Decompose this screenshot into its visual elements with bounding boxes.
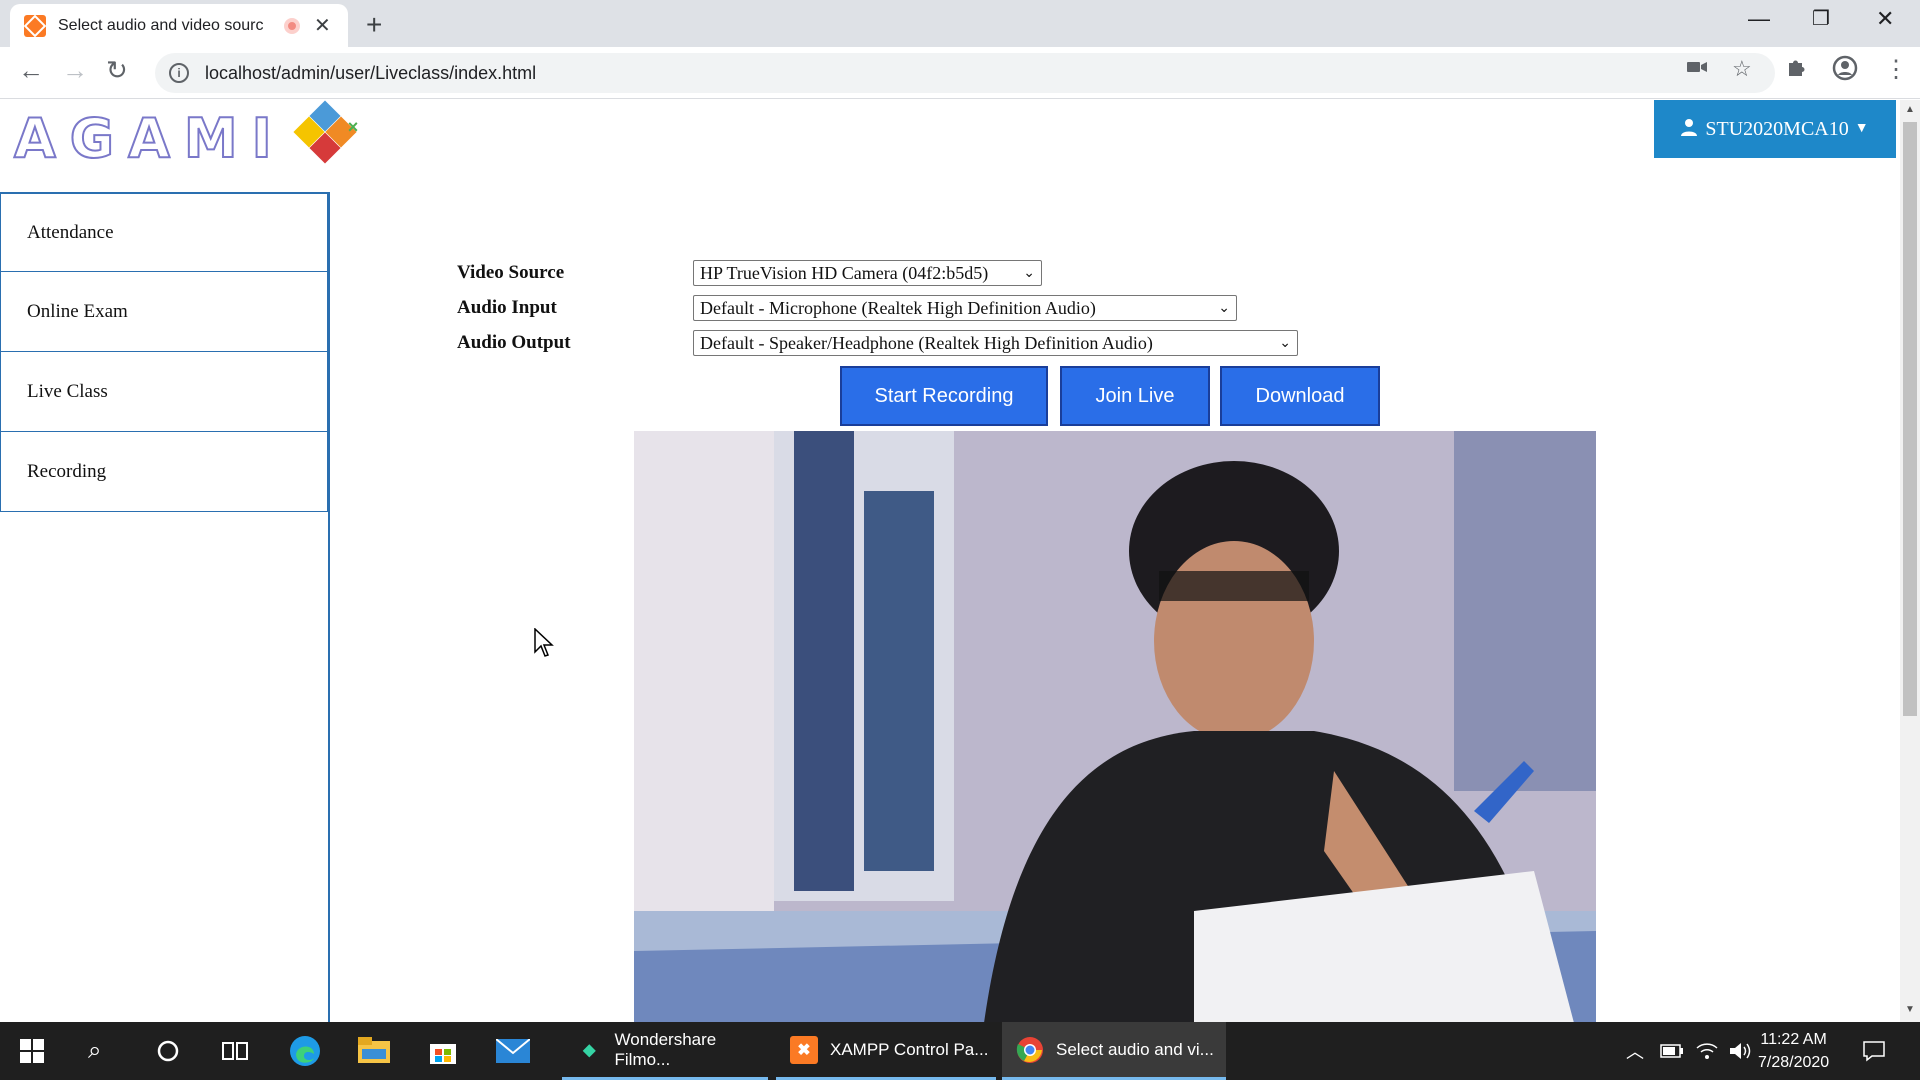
audio-output-label: Audio Output [457, 332, 571, 353]
forward-button[interactable]: → [62, 55, 88, 86]
file-explorer-icon[interactable] [358, 1022, 390, 1080]
start-recording-button[interactable]: Start Recording [840, 366, 1048, 426]
cortana-circle-icon[interactable] [156, 1022, 180, 1080]
minimize-window-button[interactable]: — [1748, 6, 1770, 32]
battery-icon[interactable] [1660, 1022, 1684, 1080]
video-source-value: HP TrueVision HD Camera (04f2:b5d5) [700, 262, 989, 283]
windows-taskbar: ⌕ ◆ Wondershare Filmo... ✖ XAMPP Control… [0, 1022, 1920, 1080]
sidebar-item-attendance[interactable]: Attendance [0, 192, 328, 272]
video-source-select[interactable]: HP TrueVision HD Camera (04f2:b5d5) ⌄ [693, 260, 1042, 286]
video-source-row: Video Source HP TrueVision HD Camera (04… [457, 260, 1042, 286]
audio-output-row: Audio Output Default - Speaker/Headphone… [457, 330, 1298, 356]
audio-input-row: Audio Input Default - Microphone (Realte… [457, 295, 1237, 321]
task-view-icon[interactable] [222, 1022, 248, 1080]
user-id: STU2020MCA10 [1705, 117, 1849, 140]
tab-title: Select audio and video sourc [58, 16, 264, 34]
chevron-down-icon: ⌄ [1279, 335, 1291, 351]
user-menu-button[interactable]: STU2020MCA10 ▼ [1654, 100, 1896, 158]
page-scrollbar[interactable]: ▲ ▼ [1900, 100, 1920, 1022]
web-page: AGAMI × STU2020MCA10 ▼ Attendance Online… [0, 100, 1900, 1022]
browser-tabstrip: Select audio and video sourc ✕ + — ❐ ✕ [0, 0, 1920, 47]
user-icon [1681, 118, 1698, 141]
mail-icon[interactable] [496, 1022, 530, 1080]
camera-in-use-icon[interactable] [1686, 56, 1708, 84]
show-hidden-icons-chevron-icon[interactable]: ︿ [1626, 1022, 1644, 1080]
sidebar-item-recording[interactable]: Recording [0, 432, 328, 512]
chevron-down-icon: ⌄ [1218, 300, 1230, 316]
restore-window-button[interactable]: ❐ [1812, 6, 1830, 31]
start-windows-icon[interactable] [20, 1022, 44, 1080]
video-source-label: Video Source [457, 262, 565, 283]
browser-toolbar: ← → ↻ i localhost/admin/user/Liveclass/i… [0, 47, 1920, 99]
camera-preview-video [634, 431, 1596, 1022]
action-center-notification-icon[interactable] [1862, 1022, 1886, 1080]
back-button[interactable]: ← [18, 55, 44, 86]
taskbar-app-chrome[interactable]: Select audio and vi... [1002, 1022, 1226, 1080]
scroll-up-icon[interactable]: ▲ [1905, 104, 1915, 115]
chevron-down-icon: ▼ [1854, 121, 1869, 136]
join-live-button[interactable]: Join Live [1060, 366, 1210, 426]
scrollbar-thumb[interactable] [1903, 122, 1917, 716]
logo-diamonds-icon: × [290, 100, 360, 173]
clock-date: 7/28/2020 [1758, 1054, 1830, 1071]
bookmark-star-icon[interactable]: ☆ [1732, 56, 1752, 82]
browser-tab[interactable]: Select audio and video sourc ✕ [10, 4, 348, 47]
chrome-icon [1016, 1036, 1044, 1064]
chevron-down-icon: ⌄ [1023, 265, 1035, 281]
reload-button[interactable]: ↻ [106, 55, 128, 86]
profile-avatar-icon[interactable] [1832, 55, 1858, 87]
logo-text: AGAMI [13, 106, 286, 171]
microsoft-store-icon[interactable] [428, 1022, 458, 1080]
search-icon[interactable]: ⌕ [88, 1022, 101, 1080]
sidebar-item-live-class[interactable]: Live Class [0, 352, 328, 432]
new-tab-button[interactable]: + [366, 9, 382, 41]
wifi-icon[interactable] [1696, 1022, 1718, 1080]
site-info-icon[interactable]: i [169, 63, 189, 83]
mouse-cursor-icon [534, 628, 554, 657]
audio-output-value: Default - Speaker/Headphone (Realtek Hig… [700, 332, 1153, 353]
edge-browser-icon[interactable] [288, 1022, 322, 1080]
clock-time: 11:22 AM [1760, 1031, 1827, 1048]
audio-input-select[interactable]: Default - Microphone (Realtek High Defin… [693, 295, 1237, 321]
scroll-down-icon[interactable]: ▼ [1905, 1004, 1915, 1015]
xampp-icon: ✖ [790, 1035, 818, 1064]
audio-input-value: Default - Microphone (Realtek High Defin… [700, 297, 1096, 318]
audio-output-select[interactable]: Default - Speaker/Headphone (Realtek Hig… [693, 330, 1298, 356]
download-button[interactable]: Download [1220, 366, 1380, 426]
extensions-puzzle-icon[interactable] [1786, 56, 1808, 84]
audio-input-label: Audio Input [457, 297, 557, 318]
browser-menu-icon[interactable]: ⋮ [1884, 55, 1908, 84]
volume-speaker-icon[interactable] [1728, 1022, 1752, 1080]
taskbar-app-label: XAMPP Control Pa... [830, 1039, 989, 1059]
sidebar: Attendance Online Exam Live Class Record… [0, 192, 330, 1022]
taskbar-app-label: Select audio and vi... [1056, 1039, 1214, 1059]
webcam-feed-image [634, 431, 1596, 1022]
taskbar-app-label: Wondershare Filmo... [614, 1029, 717, 1069]
address-bar[interactable]: i localhost/admin/user/Liveclass/index.h… [155, 53, 1775, 93]
sidebar-item-online-exam[interactable]: Online Exam [0, 272, 328, 352]
recording-indicator-icon [284, 17, 300, 34]
xampp-favicon-icon [24, 14, 46, 37]
close-window-button[interactable]: ✕ [1876, 6, 1894, 32]
taskbar-app-filmora[interactable]: ◆ Wondershare Filmo... [562, 1022, 768, 1080]
close-tab-icon[interactable]: ✕ [314, 13, 331, 38]
taskbar-app-xampp[interactable]: ✖ XAMPP Control Pa... [776, 1022, 996, 1080]
system-clock[interactable]: 11:22 AM 7/28/2020 [1758, 1028, 1829, 1074]
agami-logo: AGAMI × [13, 100, 360, 173]
address-url: localhost/admin/user/Liveclass/index.htm… [205, 62, 537, 83]
filmora-icon: ◆ [583, 1041, 596, 1059]
